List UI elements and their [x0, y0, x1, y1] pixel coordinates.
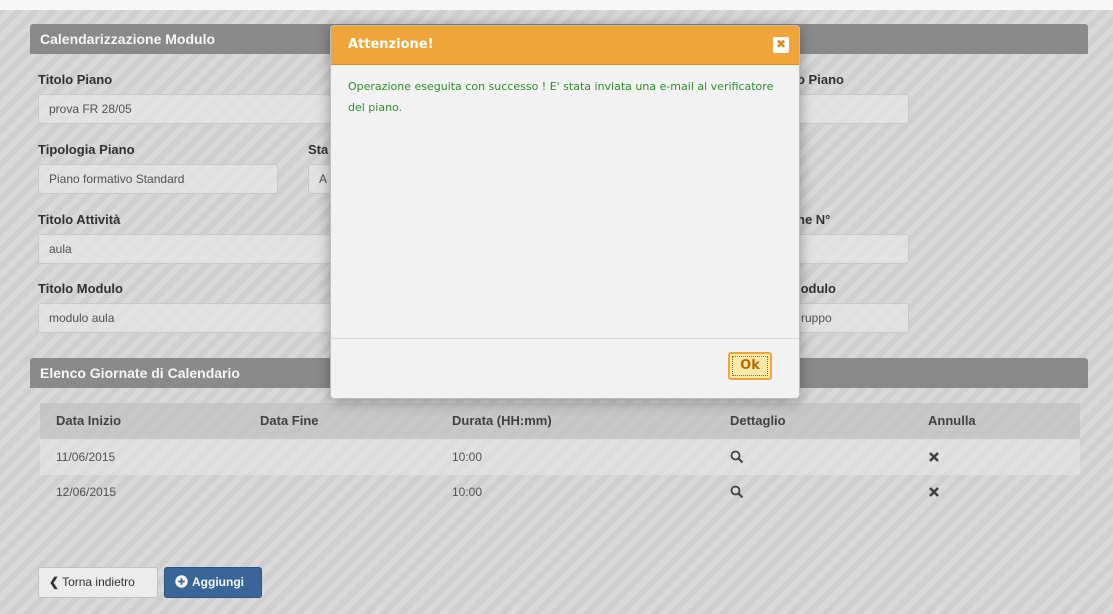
dialog-message: Operazione eseguita con successo ! E' st…	[348, 80, 774, 114]
alert-dialog: Attenzione! ✖ Operazione eseguita con su…	[330, 25, 800, 399]
ok-button[interactable]: Ok	[728, 352, 772, 380]
dialog-header: Attenzione! ✖	[331, 26, 799, 65]
dialog-title: Attenzione!	[348, 37, 434, 52]
close-icon[interactable]: ✖	[773, 37, 789, 53]
